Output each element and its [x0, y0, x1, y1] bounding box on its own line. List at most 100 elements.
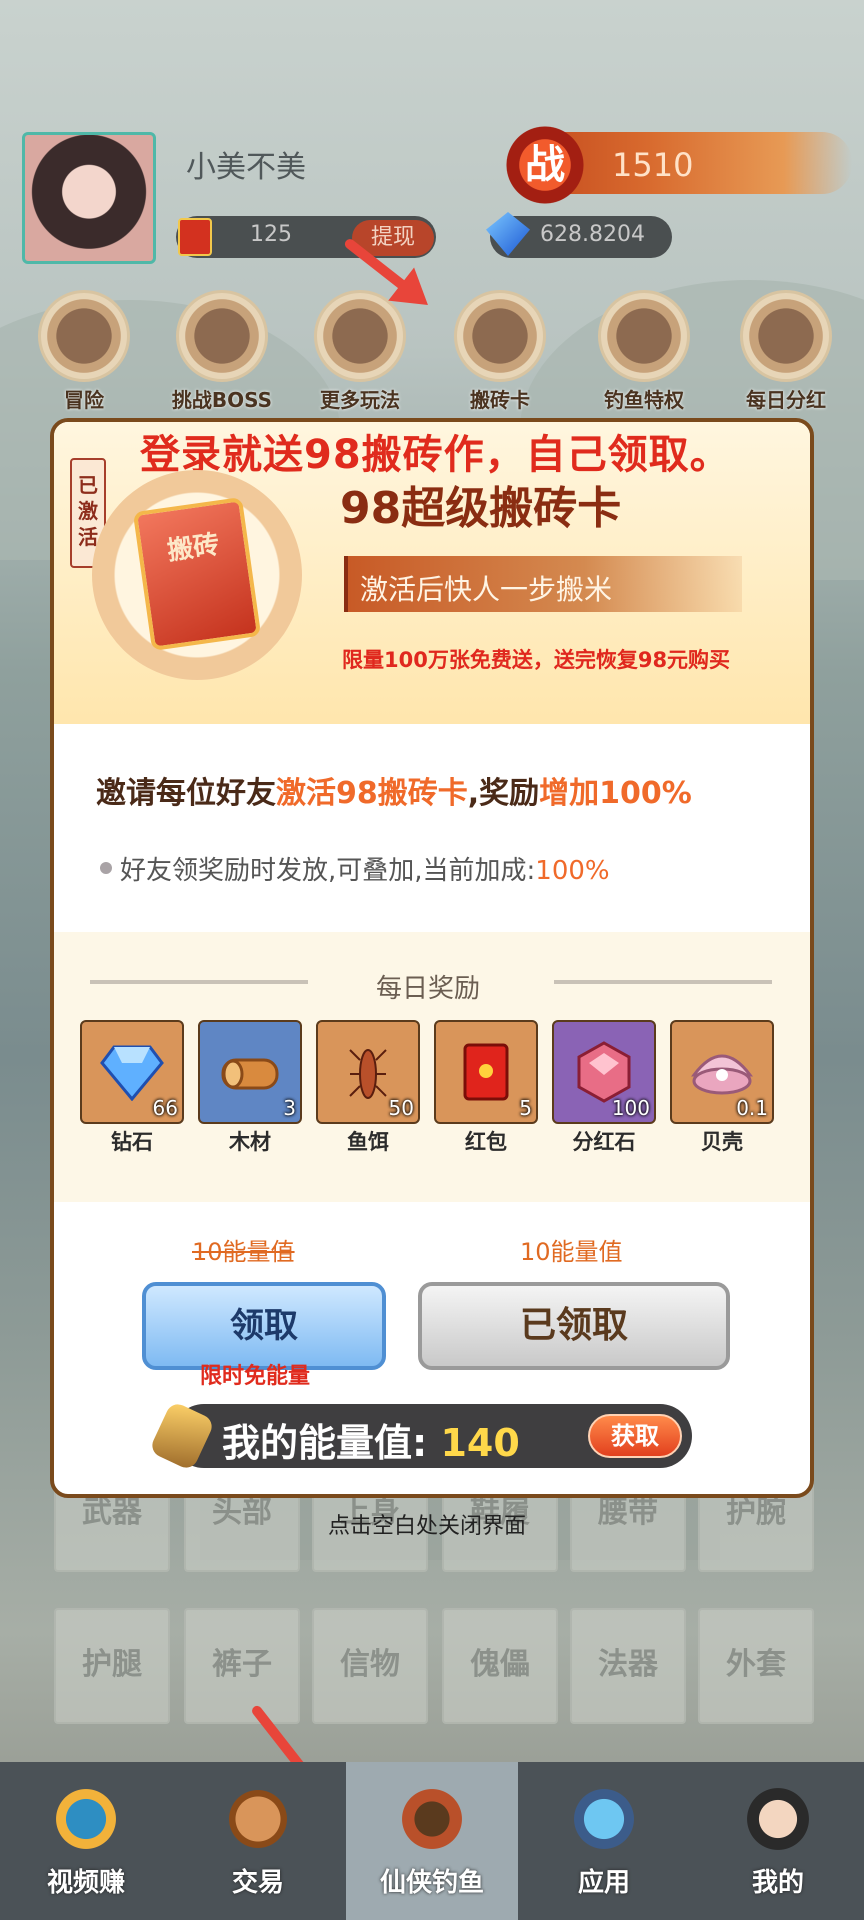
username: 小美不美 — [186, 150, 306, 185]
nav-label: 应用 — [577, 1868, 630, 1898]
feature-daily-dividend[interactable]: 每日分红 — [732, 290, 840, 413]
friend-note-value: 100% — [535, 856, 610, 886]
reward-name: 木材 — [229, 1130, 271, 1154]
reward-item: 5 红包 — [434, 1020, 538, 1156]
reward-qty: 66 — [152, 1096, 178, 1120]
reward-name: 贝壳 — [701, 1130, 743, 1154]
invite-p2: 激活98搬砖卡 — [276, 776, 468, 811]
energy-label: 我的能量值: — [222, 1421, 441, 1465]
reward-name: 鱼饵 — [347, 1130, 389, 1154]
video-icon — [51, 1784, 121, 1854]
brick-card-icon: 搬砖 — [132, 497, 262, 651]
reward-tile: 3 — [198, 1020, 302, 1124]
dividend-stone-icon — [577, 1041, 631, 1103]
invite-text: 邀请每位好友激活98搬砖卡,奖励增加100% — [96, 768, 692, 812]
friend-note: 好友领奖励时发放,可叠加,当前加成:100% — [120, 850, 610, 887]
close-hint[interactable]: 点击空白处关闭界面 — [328, 1508, 526, 1540]
feature-label: 更多玩法 — [320, 388, 400, 412]
nav-me[interactable]: 我的 — [692, 1762, 864, 1920]
equip-slot[interactable]: 傀儡 — [442, 1608, 558, 1724]
avatar[interactable] — [22, 132, 156, 264]
feature-label: 每日分红 — [746, 388, 826, 412]
reward-qty: 3 — [283, 1096, 296, 1120]
limit-text: 限量100万张免费送，送完恢复98元购买 — [342, 648, 731, 672]
equip-slot[interactable]: 外套 — [698, 1608, 814, 1724]
feature-label: 挑战BOSS — [171, 388, 273, 412]
divider-left — [90, 980, 308, 984]
shell-icon — [691, 1054, 753, 1095]
equip-slot[interactable]: 法器 — [570, 1608, 686, 1724]
brick-card-modal: 登录就送98搬砖作，自己领取。 已激活 搬砖 98超级搬砖卡 激活后快人一步搬米… — [50, 418, 814, 1498]
equip-slot[interactable]: 裤子 — [184, 1608, 300, 1724]
reward-qty: 0.1 — [736, 1096, 768, 1120]
energy-text: 我的能量值: 140 — [222, 1412, 520, 1467]
reward-name: 钻石 — [111, 1130, 153, 1154]
nav-fishing[interactable]: 仙侠钓鱼 — [346, 1762, 518, 1920]
reward-item: 3 木材 — [198, 1020, 302, 1156]
diamond-icon — [100, 1045, 164, 1101]
get-energy-button[interactable]: 获取 — [588, 1414, 682, 1458]
koi-icon — [598, 290, 690, 382]
nav-apps[interactable]: 应用 — [518, 1762, 690, 1920]
red-envelope-icon — [463, 1043, 509, 1101]
reward-item: 50 鱼饵 — [316, 1020, 420, 1156]
nav-label: 视频赚 — [46, 1868, 125, 1898]
panda-icon — [740, 290, 832, 382]
original-cost: 10能量值 — [192, 1238, 295, 1266]
feature-brick-card[interactable]: 搬砖卡 — [446, 290, 554, 413]
invite-p1: 邀请每位好友 — [96, 776, 276, 811]
feature-adventure[interactable]: 冒险 — [30, 290, 138, 413]
power-value: 1510 — [612, 146, 694, 184]
nav-trade[interactable]: 交易 — [172, 1762, 344, 1920]
profile-icon — [743, 1784, 813, 1854]
claimed-button[interactable]: 已领取 — [418, 1282, 730, 1370]
card-desc: 激活后快人一步搬米 — [360, 573, 613, 606]
equip-slot[interactable]: 护腿 — [54, 1608, 170, 1724]
feature-boss[interactable]: 挑战BOSS — [168, 290, 276, 413]
card-icon — [454, 290, 546, 382]
feature-label: 钓鱼特权 — [604, 388, 684, 412]
reward-qty: 100 — [611, 1096, 650, 1120]
power-icon: 战 — [500, 120, 590, 210]
bait-icon — [349, 1049, 387, 1099]
reward-item: 66 钻石 — [80, 1020, 184, 1156]
bullet-dot — [100, 862, 112, 874]
reward-tile: 66 — [80, 1020, 184, 1124]
divider-right — [554, 980, 772, 984]
card-title: 98超级搬砖卡 — [340, 483, 622, 534]
feature-fishing[interactable]: 钓鱼特权 — [590, 290, 698, 413]
trade-icon — [223, 1784, 293, 1854]
nav-label: 交易 — [231, 1868, 284, 1898]
reward-qty: 5 — [519, 1096, 532, 1120]
cash-value: 125 — [250, 222, 292, 247]
temple-icon — [397, 1784, 467, 1854]
reward-name: 分红石 — [572, 1130, 636, 1154]
reward-qty: 50 — [388, 1096, 414, 1120]
dragon-icon — [176, 290, 268, 382]
reward-tile: 50 — [316, 1020, 420, 1124]
reward-name: 红包 — [465, 1130, 507, 1154]
claimed-cost: 10能量值 — [520, 1238, 623, 1266]
nav-video-earn[interactable]: 视频赚 — [0, 1762, 172, 1920]
equip-slot[interactable]: 信物 — [312, 1608, 428, 1724]
claim-button[interactable]: 领取 — [142, 1282, 386, 1370]
reward-tile: 0.1 — [670, 1020, 774, 1124]
nav-label: 我的 — [751, 1868, 804, 1898]
friend-note-text: 好友领奖励时发放,可叠加,当前加成: — [120, 856, 536, 886]
invite-p4: 增加100% — [539, 776, 692, 811]
free-energy-note: 限时免能量 — [200, 1364, 311, 1389]
gems-value: 628.8204 — [540, 222, 645, 247]
reward-tile: 100 — [552, 1020, 656, 1124]
nav-label: 仙侠钓鱼 — [379, 1868, 484, 1898]
feature-label: 冒险 — [64, 388, 104, 412]
portal-icon — [569, 1784, 639, 1854]
reward-item: 100 分红石 — [552, 1020, 656, 1156]
red-envelope-icon — [178, 218, 212, 256]
invite-p3: ,奖励 — [467, 776, 540, 811]
gourd-icon — [38, 290, 130, 382]
reward-tile: 5 — [434, 1020, 538, 1124]
energy-value: 140 — [440, 1421, 520, 1465]
daily-rewards-title: 每日奖励 — [376, 974, 481, 1004]
feature-label: 搬砖卡 — [470, 388, 530, 412]
wood-icon — [221, 1058, 279, 1090]
